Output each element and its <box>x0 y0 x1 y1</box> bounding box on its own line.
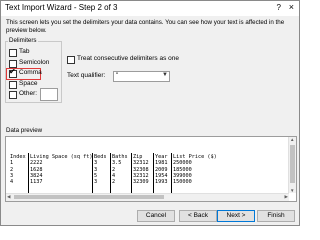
scroll-up-arrow-icon[interactable]: ▲ <box>290 137 294 142</box>
text-qualifier-value: " <box>116 72 119 79</box>
preview-column-list-price: List Price ($) 250000 185000 399000 1500… <box>173 154 217 185</box>
data-preview-box[interactable]: Index 1 2 3 4 Living Space (sq ft) 2222 … <box>5 136 297 202</box>
scroll-down-arrow-icon[interactable]: ▼ <box>290 188 294 193</box>
preview-cell: 1981 <box>155 160 168 167</box>
column-separator <box>171 153 172 193</box>
preview-cell: 4 <box>10 179 14 186</box>
preview-cell: 1137 <box>30 179 43 186</box>
wizard-description: This screen lets you set the delimiters … <box>6 19 285 34</box>
cancel-button[interactable]: Cancel <box>137 210 175 222</box>
horizontal-scroll-thumb[interactable] <box>14 195 164 199</box>
preview-column-baths: Baths 3.5 2 4 2 <box>112 154 128 185</box>
preview-column-living-space: Living Space (sq ft) 2222 1628 3824 1137 <box>30 154 92 185</box>
column-separator <box>110 153 111 193</box>
space-checkbox[interactable] <box>9 81 17 89</box>
column-separator <box>28 153 29 193</box>
column-separator <box>131 153 132 193</box>
title-bar: Text Import Wizard - Step 2 of 3 ? × <box>1 1 299 16</box>
data-preview-label: Data preview <box>6 127 43 134</box>
column-separator <box>92 153 93 193</box>
help-button[interactable]: ? <box>277 3 281 12</box>
preview-cell: 150000 <box>173 179 192 186</box>
text-import-wizard-dialog: Text Import Wizard - Step 2 of 3 ? × Thi… <box>0 0 300 226</box>
comma-checkbox[interactable] <box>9 67 17 78</box>
preview-vertical-scrollbar[interactable]: ▲ ▼ <box>288 137 296 193</box>
preview-cell: 32309 <box>133 179 149 186</box>
treat-consecutive-label[interactable]: Treat consecutive delimiters as one <box>77 55 179 62</box>
preview-column-beds: Beds 3 3 5 3 <box>94 154 107 185</box>
column-separator <box>153 153 154 193</box>
vertical-scroll-thumb[interactable] <box>290 145 295 183</box>
text-qualifier-label: Text qualifier: <box>67 72 106 79</box>
window-title: Text Import Wizard - Step 2 of 3 <box>5 3 118 12</box>
preview-column-index: Index 1 2 3 4 <box>10 154 26 185</box>
delimiters-legend: Delimiters <box>8 37 38 44</box>
preview-cell: 2009 <box>155 166 168 173</box>
finish-button[interactable]: Finish <box>257 210 295 222</box>
next-button[interactable]: Next > <box>217 210 255 222</box>
preview-cell: 1993 <box>155 179 168 186</box>
tab-checkbox[interactable] <box>9 49 17 57</box>
other-checkbox[interactable] <box>9 91 17 99</box>
scroll-left-arrow-icon[interactable]: ◀ <box>7 194 10 200</box>
text-qualifier-select[interactable]: " ▼ <box>113 71 170 82</box>
comma-label[interactable]: Comma <box>19 69 42 76</box>
space-label[interactable]: Space <box>19 80 37 87</box>
preview-cell: 3 <box>94 179 98 186</box>
preview-cell: 2 <box>112 179 116 186</box>
tab-label[interactable]: Tab <box>19 48 29 55</box>
preview-cell: 32308 <box>133 166 149 173</box>
back-button[interactable]: < Back <box>179 210 217 222</box>
other-label[interactable]: Other: <box>19 90 37 97</box>
other-delimiter-input[interactable] <box>40 88 58 101</box>
treat-consecutive-checkbox[interactable] <box>67 56 75 64</box>
preview-column-year: Year 1981 2009 1954 1993 <box>155 154 168 185</box>
semicolon-label[interactable]: Semicolon <box>19 59 49 66</box>
preview-column-zip: Zip 32312 32308 32312 32309 <box>133 154 149 185</box>
data-preview-content: Index 1 2 3 4 Living Space (sq ft) 2222 … <box>6 137 288 193</box>
preview-cell: 32312 <box>133 160 149 167</box>
scroll-right-arrow-icon[interactable]: ▶ <box>285 194 288 200</box>
close-button[interactable]: × <box>289 2 294 12</box>
preview-horizontal-scrollbar[interactable]: ◀ ▶ <box>6 193 289 201</box>
chevron-down-icon: ▼ <box>162 72 168 78</box>
